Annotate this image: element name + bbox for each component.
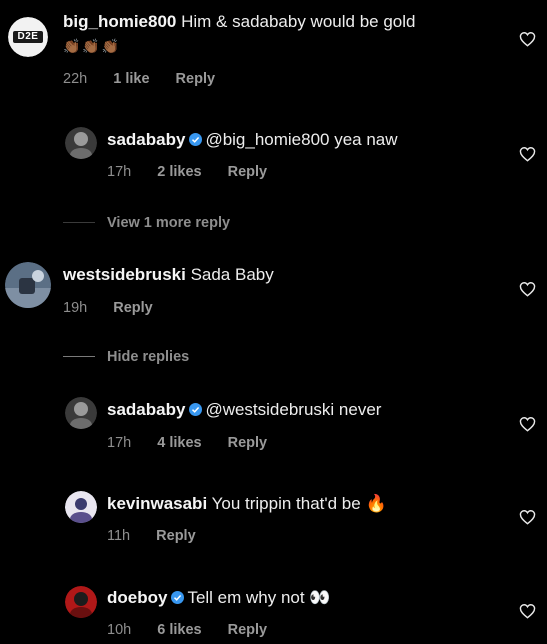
comment-text-line: sadababy @westsidebruski never [107,400,381,420]
comment-text: Him & sadababy would be gold [181,12,416,31]
username[interactable]: doeboy [107,588,167,607]
comment-text-line: kevinwasabi You trippin that'd be 🔥 [107,494,387,514]
reply-button[interactable]: Reply [228,164,268,180]
username[interactable]: sadababy [107,130,185,149]
heart-outline-icon[interactable] [519,509,536,525]
verified-badge-icon [189,403,203,416]
comment-text-line: doeboy Tell em why not 👀 [107,588,331,608]
heart-outline-icon[interactable] [519,281,536,297]
comment-meta: 22h 1 like Reply [63,70,237,88]
reply-button[interactable]: Reply [176,71,216,87]
comment-time: 11h [107,528,131,544]
comment-text: @westsidebruski never [205,400,382,419]
avatar[interactable] [5,262,51,308]
heart-outline-icon[interactable] [519,146,536,162]
reply-button[interactable]: Reply [113,300,153,316]
verified-badge-icon [189,133,203,146]
hide-replies-label[interactable]: Hide replies [107,348,189,366]
comment-time: 19h [63,300,88,316]
reply-button[interactable]: Reply [156,528,196,544]
comment-text-line: big_homie800 Him & sadababy would be gol… [63,12,415,32]
comment-text-line: sadababy @big_homie800 yea naw [107,130,398,150]
clap-emoji: 👏🏾👏🏾👏🏾 [63,38,122,54]
heart-outline-icon[interactable] [519,416,536,432]
comment-time: 22h [63,71,88,87]
comment-text: Tell em why not 👀 [187,588,331,607]
username[interactable]: sadababy [107,400,185,419]
username[interactable]: westsidebruski [63,265,186,284]
comment-text: Sada Baby [190,265,274,284]
comment-text: You trippin that'd be 🔥 [211,494,387,513]
avatar[interactable]: D2E [8,17,48,57]
likes-count[interactable]: 2 likes [157,164,201,180]
comment-text: @big_homie800 yea naw [205,130,398,149]
reply-button[interactable]: Reply [228,622,268,638]
username[interactable]: big_homie800 [63,12,176,31]
comment-time: 17h [107,435,132,451]
likes-count[interactable]: 1 like [113,71,149,87]
comment-meta: 19h Reply [63,299,175,317]
reply-button[interactable]: Reply [228,435,268,451]
heart-outline-icon[interactable] [519,603,536,619]
username[interactable]: kevinwasabi [107,494,207,513]
comment-meta: 17h 4 likes Reply [107,434,289,452]
verified-badge-icon [171,591,185,604]
heart-outline-icon[interactable] [519,31,536,47]
avatar[interactable] [65,586,97,618]
comment-meta: 17h 2 likes Reply [107,163,289,181]
likes-count[interactable]: 4 likes [157,435,201,451]
likes-count[interactable]: 6 likes [157,622,201,638]
avatar[interactable] [65,491,97,523]
avatar[interactable] [65,397,97,429]
comment-meta: 10h 6 likes Reply [107,621,289,639]
comment-text-line: westsidebruski Sada Baby [63,265,274,285]
thread-line [63,222,95,223]
avatar[interactable] [65,127,97,159]
thread-line [63,356,95,357]
comment-time: 10h [107,622,132,638]
avatar-logo-text: D2E [17,31,39,42]
comment-time: 17h [107,164,132,180]
comments-screen: D2E big_homie800 Him & sadababy would be… [0,0,547,644]
view-more-replies-label[interactable]: View 1 more reply [107,214,230,232]
comment-meta: 11h Reply [107,527,218,545]
